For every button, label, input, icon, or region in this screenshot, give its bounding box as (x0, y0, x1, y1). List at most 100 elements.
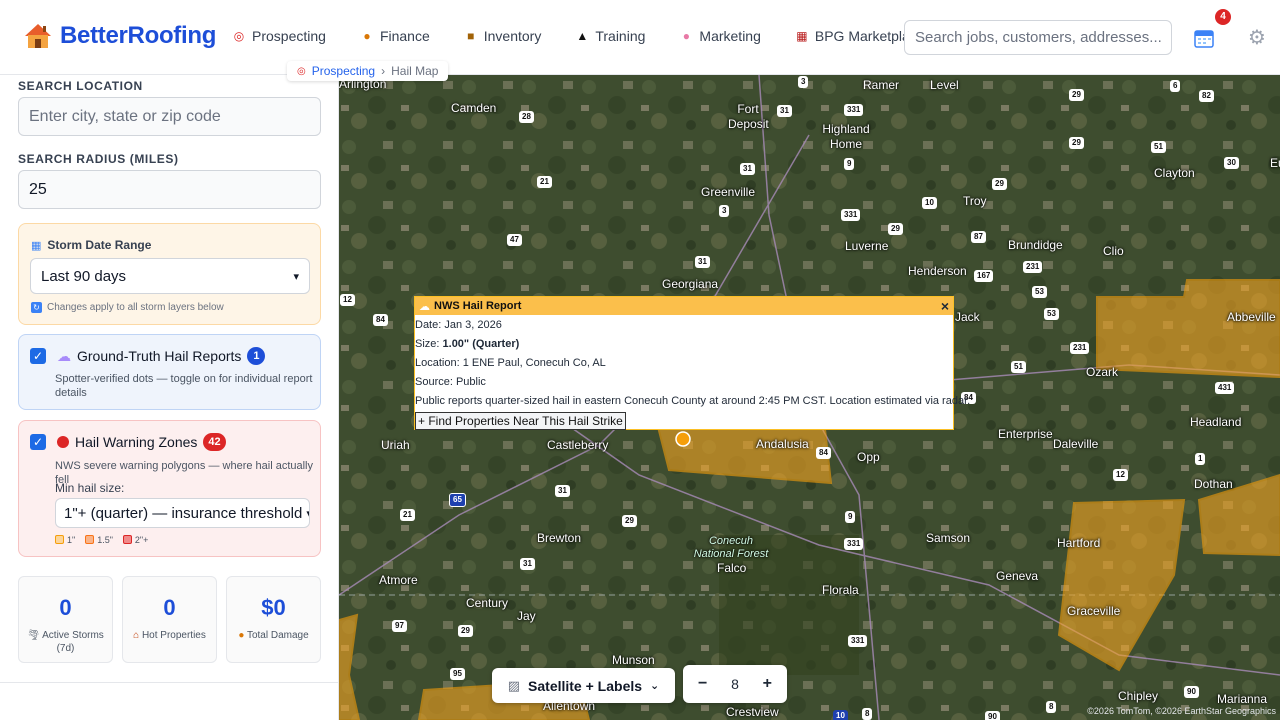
map-town-label: Hartford (1057, 536, 1101, 550)
zoom-in-button[interactable]: + (756, 675, 778, 693)
road-shield: 29 (458, 625, 473, 637)
nav-item-inventory[interactable]: ■ Inventory (464, 28, 541, 44)
road-shield: 331 (841, 209, 861, 221)
road-shield: 29 (888, 223, 903, 235)
road-shield: 87 (971, 231, 986, 243)
road-shield: 12 (340, 294, 355, 306)
money-bag-icon: ● (238, 630, 245, 641)
road-shield: 3 (798, 76, 809, 88)
ground-truth-count-badge: 1 (247, 347, 266, 365)
popup-source: Source: Public (415, 376, 486, 388)
stat-value: $0 (261, 595, 286, 620)
chevron-down-icon: ⌄ (650, 680, 660, 692)
stat-active-storms: 0 🌪 Active Storms (7d) (18, 576, 113, 663)
close-icon[interactable]: × (941, 298, 949, 314)
road-shield: 167 (974, 270, 994, 282)
map-town-label: Highland Home (822, 122, 870, 151)
map-town-label: Uriah (381, 438, 410, 452)
hail-warning-zones-checkbox[interactable]: ✓ (30, 434, 46, 450)
gear-icon[interactable]: ⚙ (1248, 28, 1268, 48)
road-shield: 3 (719, 205, 730, 217)
palette-icon: ● (682, 29, 691, 43)
refresh-icon: ↻ (31, 302, 42, 313)
map-town-label: Chipley (1118, 689, 1159, 703)
map-town-label: Conecuh National Forest (693, 535, 769, 560)
map-town-label: Graceville (1067, 604, 1121, 618)
road-shield: 331 (844, 104, 864, 116)
road-shield: 53 (1032, 286, 1047, 298)
layers-icon: ▨ (507, 677, 521, 693)
map-town-label: Dothan (1194, 477, 1233, 491)
road-shield: 9 (844, 158, 855, 170)
legend-item: 1.5" (85, 535, 113, 545)
map-town-label: Century (466, 596, 509, 610)
road-shield: 31 (740, 163, 755, 175)
road-shield: 30 (1224, 157, 1239, 169)
map-layer-select-button[interactable]: ▨ Satellite + Labels ⌄ (492, 668, 675, 703)
storm-date-range-hint: ↻ Changes apply to all storm layers belo… (31, 302, 224, 313)
calendar-icon[interactable] (1193, 27, 1215, 49)
red-circle-icon (57, 436, 69, 448)
road-shield: 431 (1215, 382, 1235, 394)
map-town-label: Enterprise (998, 427, 1053, 441)
breadcrumb-prospecting-link[interactable]: Prospecting (312, 64, 375, 78)
stat-label: ● Total Damage (238, 630, 309, 641)
road-shield: 21 (400, 509, 415, 521)
breadcrumb-current: Hail Map (391, 64, 439, 78)
map-town-label: Brundidge (1008, 238, 1063, 252)
map-town-label: Troy (963, 194, 987, 208)
legend-item: 2"+ (122, 535, 148, 545)
storm-date-range-title: ▦ Storm Date Range (31, 238, 151, 252)
find-properties-button[interactable]: + Find Properties Near This Hail Strike (415, 412, 626, 430)
ground-truth-label: Ground-Truth Hail Reports (77, 348, 242, 364)
app-logo[interactable]: BetterRoofing (24, 22, 216, 50)
road-shield: 29 (992, 178, 1007, 190)
search-location-input[interactable] (18, 97, 321, 136)
zoom-out-button[interactable]: − (692, 675, 714, 693)
top-navigation-bar: BetterRoofing ◎ Prospecting ● Finance ■ … (0, 0, 1280, 75)
road-shield: 331 (848, 635, 868, 647)
road-shield: 6 (1170, 80, 1181, 92)
hail-report-popup: ☁ NWS Hail Report × Date: Jan 3, 2026 Si… (414, 296, 970, 430)
ground-truth-checkbox[interactable]: ✓ (30, 348, 46, 364)
road-shield: 10 (922, 197, 937, 209)
stat-value: 0 (59, 595, 72, 620)
nav-label: Marketing (699, 28, 761, 44)
map-town-label: Clayton (1154, 166, 1195, 180)
target-icon: ◎ (233, 29, 245, 43)
nav-item-training[interactable]: ▲ Training (575, 28, 645, 44)
popup-header: ☁ NWS Hail Report (415, 297, 953, 315)
chevron-down-icon: ▾ (302, 506, 309, 520)
interstate-shield: 65 (449, 493, 466, 507)
house-logo-icon (25, 24, 51, 48)
popup-location: Location: 1 ENE Paul, Conecuh Co, AL (415, 357, 606, 369)
road-shield: 29 (1069, 137, 1084, 149)
search-radius-input[interactable] (18, 170, 321, 209)
map-town-label: Headland (1190, 415, 1242, 429)
hail-cloud-icon: ☁ (419, 300, 430, 313)
road-shield: 53 (1044, 308, 1059, 320)
ground-truth-card: ✓ ☁ Ground-Truth Hail Reports 1 Spotter-… (18, 334, 321, 410)
main-nav: ◎ Prospecting ● Finance ■ Inventory ▲ Tr… (232, 28, 959, 44)
storm-date-range-select[interactable]: Last 90 days ▾ (30, 258, 310, 294)
map-town-label: Camden (451, 101, 497, 115)
stat-label: 🌪 Active Storms (7d) (27, 630, 104, 654)
stat-total-damage: $0 ● Total Damage (226, 576, 321, 663)
global-search-input[interactable] (904, 20, 1172, 55)
hail-warning-zones-card: ✓ Hail Warning Zones 42 NWS severe warni… (18, 420, 321, 557)
house-icon: ⌂ (133, 630, 140, 641)
map-town-label: Atmore (379, 573, 418, 587)
map-town-label: Daleville (1053, 437, 1099, 451)
stat-hot-properties: 0 ⌂ Hot Properties (122, 576, 217, 663)
search-location-label: SEARCH LOCATION (18, 79, 143, 93)
nav-item-finance[interactable]: ● Finance (360, 28, 429, 44)
map-town-label: Ramer (863, 78, 900, 92)
road-shield: 331 (844, 538, 864, 550)
map-town-label: Opp (857, 450, 880, 464)
nav-item-prospecting[interactable]: ◎ Prospecting (232, 28, 326, 44)
breadcrumb: ◎ Prospecting › Hail Map (287, 61, 449, 81)
road-shield: 21 (537, 176, 552, 188)
nav-item-marketing[interactable]: ● Marketing (679, 28, 761, 44)
search-radius-label: SEARCH RADIUS (MILES) (18, 152, 179, 166)
min-hail-size-select[interactable]: 1"+ (quarter) — insurance threshold ▾ (55, 498, 310, 528)
